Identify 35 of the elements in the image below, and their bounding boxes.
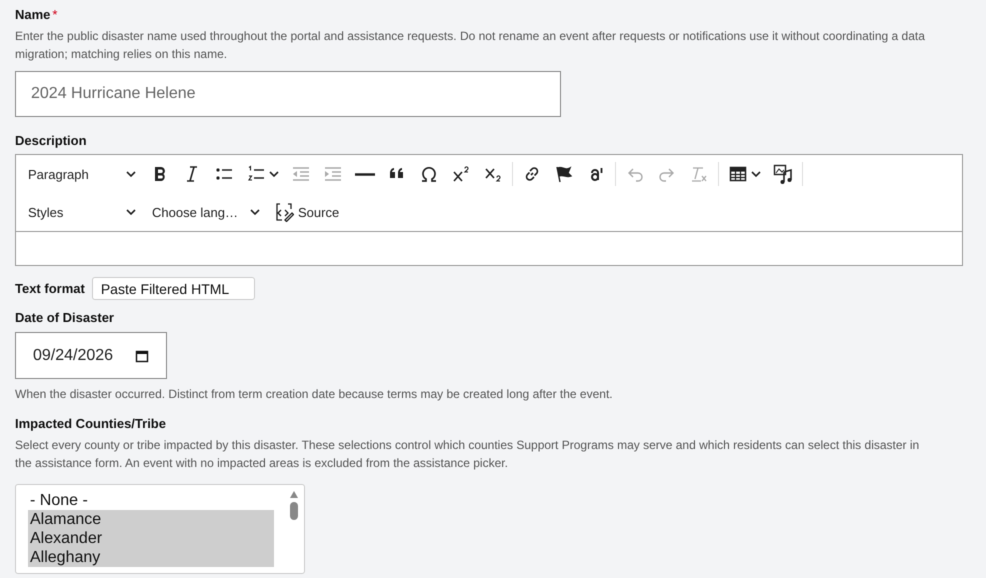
omega-icon xyxy=(419,164,439,184)
dropdown[interactable]: Styles xyxy=(20,197,144,227)
flag-icon xyxy=(554,164,574,184)
table-icon xyxy=(728,164,748,184)
scroll-up-icon xyxy=(289,489,299,499)
list-option[interactable]: Alleghany xyxy=(28,548,274,567)
help-text: Select every county or tribe impacted by this disaster. These selections control which counties Support Programs may serve and which residents can select this disaster in the assistance form. An event with no impacted areas is excluded from the assistance picker. xyxy=(15,437,920,472)
field-label: Name xyxy=(15,7,50,22)
list-option[interactable]: Alamance xyxy=(28,510,274,529)
field-label: Impacted Counties/Tribe xyxy=(15,416,166,431)
date-field[interactable]: 09/24/2026 xyxy=(15,332,167,379)
source-button[interactable]: Source xyxy=(268,197,346,227)
required-mark: * xyxy=(52,7,58,22)
help-text: Enter the public disaster name used throughout the portal and assistance requests. Do not rename an event after requests or notifications use it without coordinating a data migration; matching relies on this name. xyxy=(15,28,926,63)
text-format-select[interactable]: Paste Filtered HTML xyxy=(92,277,255,300)
dropdown[interactable]: Choose lang… xyxy=(144,197,268,227)
caret-icon xyxy=(126,209,136,215)
calendar-icon xyxy=(135,348,149,362)
caret-icon xyxy=(269,171,279,177)
superscript-icon xyxy=(451,164,471,184)
field-label: Description xyxy=(15,133,87,148)
caret-icon xyxy=(126,171,136,177)
dropdown[interactable]: Paragraph xyxy=(20,159,144,189)
field-label: Date of Disaster xyxy=(15,310,114,325)
caret-icon xyxy=(250,209,260,215)
list-option[interactable]: - None - xyxy=(28,491,274,510)
field-label: Text format xyxy=(15,280,85,298)
caret-icon xyxy=(751,171,761,177)
list-option[interactable]: Alexander xyxy=(28,529,274,548)
media-icon xyxy=(773,164,793,184)
help-text: When the disaster occurred. Distinct from term creation date because terms may be created long after the event. xyxy=(15,386,614,403)
horizontal-line-icon xyxy=(355,172,375,176)
name-input-field[interactable]: 2024 Hurricane Helene xyxy=(15,71,561,117)
source-icon xyxy=(274,202,294,222)
scroll-thumb xyxy=(290,502,298,520)
